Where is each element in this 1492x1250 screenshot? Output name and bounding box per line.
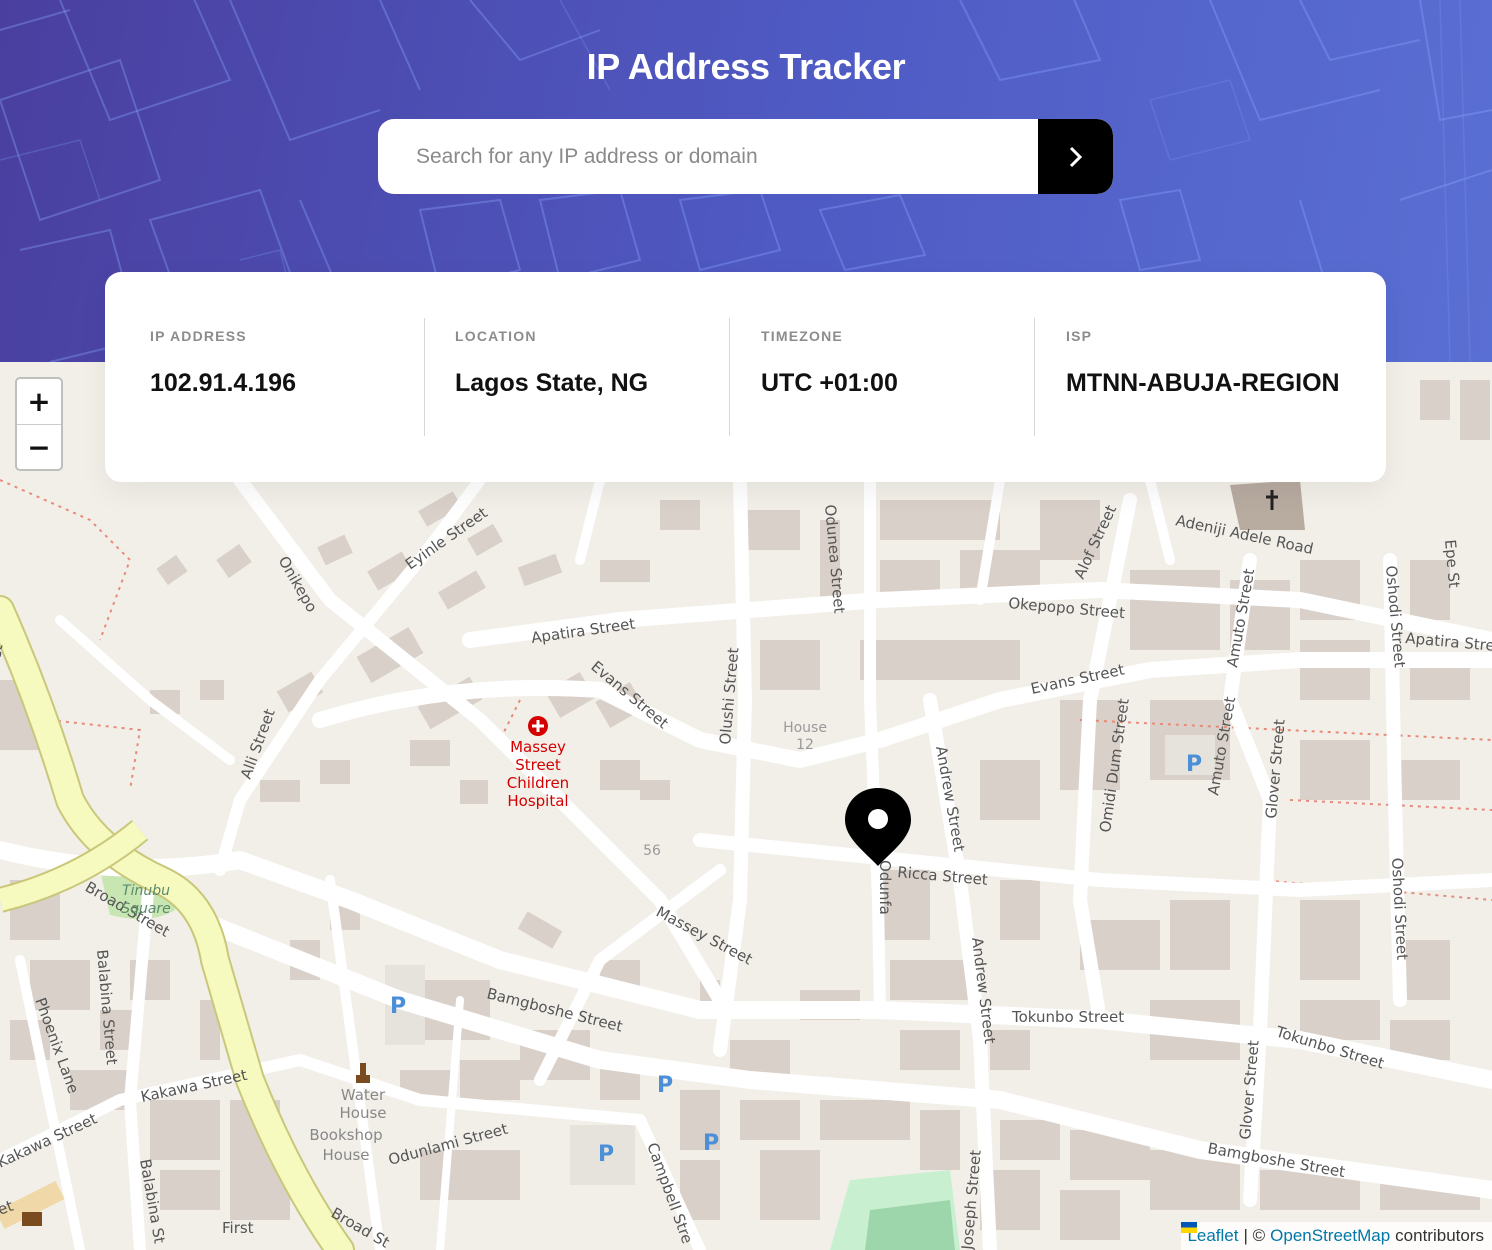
map-label: Children — [507, 774, 569, 792]
parking-label: P — [703, 1131, 719, 1156]
map-label: Tokunbo Street — [1011, 1008, 1124, 1026]
location-pin-icon[interactable] — [843, 786, 913, 868]
ip-info-card: IP ADDRESS 102.91.4.196 LOCATION Lagos S… — [105, 272, 1386, 482]
search-bar — [378, 119, 1113, 194]
map-tiles[interactable]: P P P P P Massey Street Children Hospita… — [0, 362, 1492, 1250]
parking-label: P — [390, 994, 406, 1019]
divider — [424, 318, 425, 436]
map-label: Odunfa — [876, 860, 894, 915]
hospital-marker — [528, 716, 548, 736]
map[interactable]: P P P P P Massey Street Children Hospita… — [0, 362, 1492, 1250]
ukraine-flag-icon — [1181, 1222, 1198, 1233]
map-label: House — [783, 720, 827, 736]
map-label: Street — [515, 756, 561, 774]
map-attribution: Leaflet | © OpenStreetMap contributors — [1181, 1222, 1492, 1250]
chevron-right-icon — [1069, 146, 1082, 167]
post-office-icon — [22, 1212, 42, 1226]
map-label: Tinubu — [122, 883, 170, 899]
zoom-out-button[interactable]: − — [17, 425, 61, 470]
map-label: Water — [341, 1086, 386, 1104]
divider — [729, 318, 730, 436]
location-value: Lagos State, NG — [455, 369, 649, 397]
map-label: Square — [121, 901, 171, 917]
zoom-control: + − — [15, 377, 63, 471]
search-button[interactable] — [1038, 119, 1113, 194]
map-label: Massey — [510, 738, 566, 756]
map-label: House — [322, 1146, 369, 1164]
map-label: First — [222, 1219, 254, 1237]
page-title: IP Address Tracker — [586, 46, 906, 87]
attribution-suffix: contributors — [1395, 1226, 1484, 1245]
ip-address-label: IP ADDRESS — [150, 328, 247, 344]
osm-link[interactable]: OpenStreetMap — [1270, 1226, 1390, 1246]
parking-label: P — [657, 1073, 673, 1098]
timezone-value: UTC +01:00 — [761, 369, 898, 397]
map-label: Bookshop — [309, 1126, 382, 1144]
map-label: House — [339, 1104, 386, 1122]
map-label: Hospital — [507, 792, 568, 810]
map-label: 56 — [643, 843, 661, 859]
isp-label: ISP — [1066, 328, 1093, 344]
map-label: 12 — [796, 737, 814, 753]
divider — [1034, 318, 1035, 436]
timezone-label: TIMEZONE — [761, 328, 843, 344]
parking-label: P — [598, 1142, 614, 1167]
isp-value: MTNN-ABUJA-REGION — [1066, 369, 1340, 397]
search-input[interactable] — [378, 119, 1038, 194]
location-label: LOCATION — [455, 328, 537, 344]
ip-address-value: 102.91.4.196 — [150, 369, 296, 397]
parking-label: P — [1186, 752, 1202, 777]
attribution-separator: | © — [1243, 1226, 1266, 1245]
zoom-in-button[interactable]: + — [17, 379, 61, 425]
